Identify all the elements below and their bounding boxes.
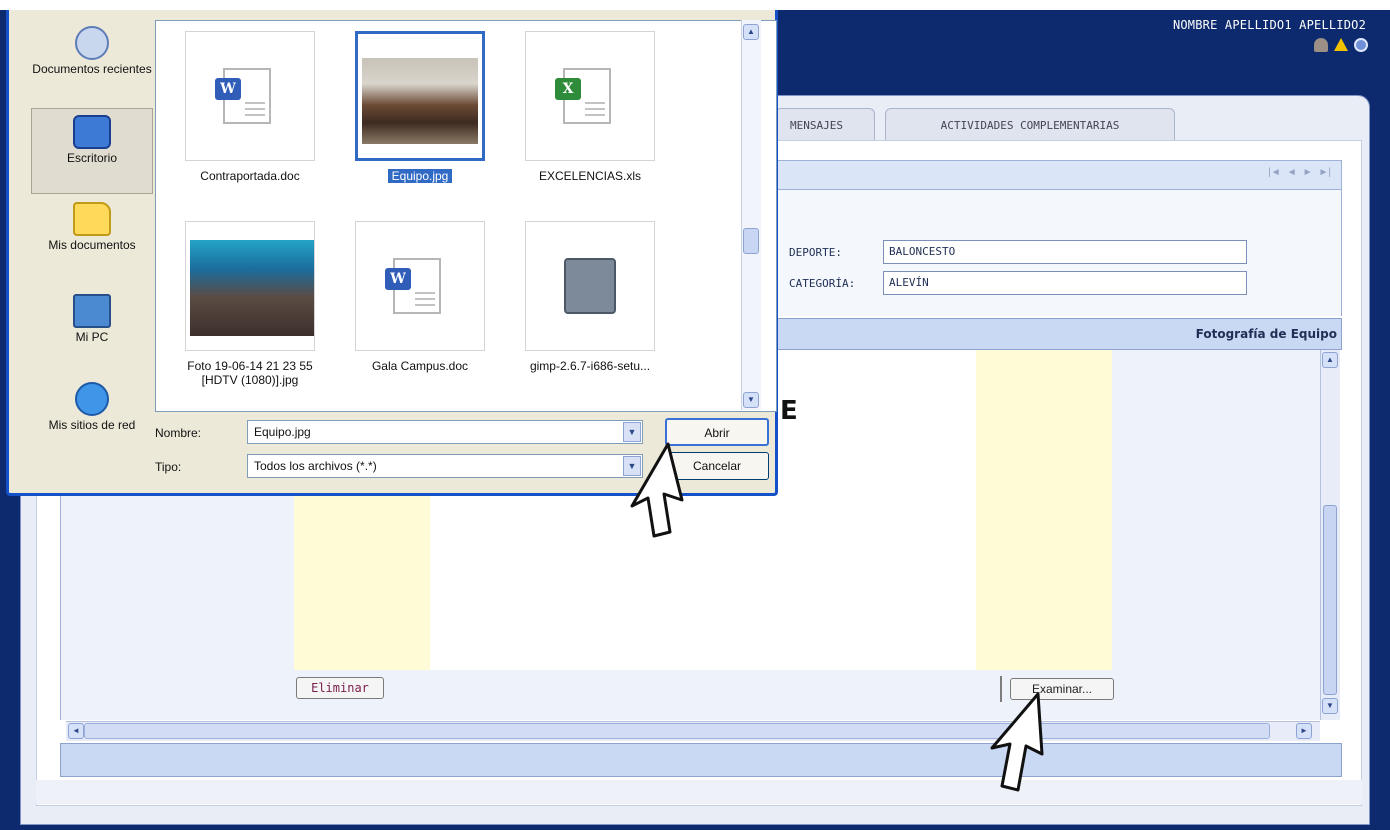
file-thumbnail: [185, 221, 315, 351]
place-label: Mis documentos: [48, 238, 136, 252]
status-bar: [60, 743, 1342, 777]
horizontal-scrollbar-thumb[interactable]: [84, 723, 1270, 739]
my-computer-icon: [73, 294, 111, 328]
categoria-label: CATEGORÍA:: [789, 277, 856, 290]
file-name-value: Equipo.jpg: [254, 425, 311, 439]
next-record-icon[interactable]: ►: [1303, 167, 1313, 178]
place-label: Mi PC: [75, 330, 109, 344]
place-mis-documentos[interactable]: Mis documentos: [31, 196, 153, 282]
file-name: Foto 19-06-14 21 23 55 [HDTV (1080)].jpg: [187, 359, 313, 387]
place-mi-pc[interactable]: Mi PC: [31, 288, 153, 374]
scroll-down-icon[interactable]: ▼: [743, 392, 759, 408]
word-document-icon: W: [215, 68, 271, 124]
place-label: Mis sitios de red: [48, 418, 136, 432]
screen: NOMBRE APELLIDO1 APELLIDO2 MENSAJES ACTI…: [0, 0, 1390, 830]
place-label: Documentos recientes: [32, 62, 152, 76]
desktop-icon: [73, 115, 111, 149]
file-thumbnail: [525, 221, 655, 351]
file-item-selected[interactable]: Equipo.jpg: [340, 31, 500, 183]
previous-record-icon[interactable]: ◄: [1287, 167, 1297, 178]
team-photo-thumbnail: [362, 58, 478, 144]
header-icons: [1314, 38, 1368, 52]
help-icon[interactable]: [1354, 38, 1368, 52]
photo-section-title: Fotografía de Equipo: [1195, 327, 1337, 341]
file-list-scrollbar-thumb[interactable]: [743, 228, 759, 254]
tab-mensajes[interactable]: MENSAJES: [775, 108, 875, 142]
scroll-up-icon[interactable]: ▲: [743, 24, 759, 40]
word-document-icon: W: [385, 258, 441, 314]
user-profile-icon[interactable]: [1314, 38, 1328, 52]
file-name: Equipo.jpg: [387, 169, 453, 183]
record-navigation: |◄ ◄ ► ►|: [1268, 167, 1331, 178]
tab-bar: MENSAJES ACTIVIDADES COMPLEMENTARIAS: [775, 108, 1175, 142]
file-name: EXCELENCIAS.xls: [538, 169, 642, 183]
file-thumbnail: W: [185, 31, 315, 161]
file-item[interactable]: gimp-2.6.7-i686-setu...: [510, 221, 670, 373]
place-mis-sitios-de-red[interactable]: Mis sitios de red: [31, 376, 153, 462]
file-name: gimp-2.6.7-i686-setu...: [529, 359, 651, 373]
file-item[interactable]: X EXCELENCIAS.xls: [510, 31, 670, 183]
place-documentos-recientes[interactable]: Documentos recientes: [31, 20, 153, 106]
vertical-scrollbar-thumb[interactable]: [1323, 505, 1337, 695]
partial-heading: E: [780, 396, 798, 426]
file-item[interactable]: W Gala Campus.doc: [340, 221, 500, 373]
photo-margin-right: [976, 350, 1112, 670]
file-name-input[interactable]: Equipo.jpg ▼: [247, 420, 643, 444]
file-thumbnail: W: [355, 221, 485, 351]
file-type-select[interactable]: Todos los archivos (*.*) ▼: [247, 454, 643, 478]
file-list: W Contraportada.doc Equipo.jpg X EXCELEN…: [155, 20, 777, 412]
nombre-label: Nombre:: [155, 426, 202, 440]
gala-photo-thumbnail: [190, 240, 314, 336]
file-name: Contraportada.doc: [200, 169, 300, 183]
scroll-right-icon[interactable]: ►: [1296, 723, 1312, 739]
deporte-field[interactable]: BALONCESTO: [883, 240, 1247, 264]
categoria-field[interactable]: ALEVÍN: [883, 271, 1247, 295]
file-thumbnail: X: [525, 31, 655, 161]
file-item[interactable]: Foto 19-06-14 21 23 55 [HDTV (1080)].jpg: [170, 221, 330, 387]
place-escritorio[interactable]: Escritorio: [31, 108, 153, 194]
file-list-scrollbar[interactable]: [741, 20, 761, 410]
pointer-arrow-icon: [630, 442, 684, 538]
recent-documents-icon: [75, 26, 109, 60]
user-name: NOMBRE APELLIDO1 APELLIDO2: [1172, 18, 1366, 32]
excel-document-icon: X: [555, 68, 611, 124]
eliminar-button[interactable]: Eliminar: [296, 677, 384, 699]
installer-icon: [564, 258, 616, 314]
open-file-dialog: Documentos recientes Escritorio Mis docu…: [6, 10, 778, 496]
network-places-icon: [75, 382, 109, 416]
scroll-up-icon[interactable]: ▲: [1322, 352, 1338, 368]
file-type-value: Todos los archivos (*.*): [254, 459, 377, 473]
tab-actividades-complementarias[interactable]: ACTIVIDADES COMPLEMENTARIAS: [885, 108, 1175, 142]
file-thumbnail: [355, 31, 485, 161]
places-bar: Documentos recientes Escritorio Mis docu…: [31, 20, 153, 490]
scroll-left-icon[interactable]: ◄: [68, 723, 84, 739]
pointer-arrow-icon: [990, 692, 1044, 792]
chevron-down-icon[interactable]: ▼: [623, 422, 641, 442]
last-record-icon[interactable]: ►|: [1319, 167, 1332, 178]
warning-icon[interactable]: [1334, 38, 1348, 51]
place-label: Escritorio: [66, 151, 117, 165]
first-record-icon[interactable]: |◄: [1268, 167, 1281, 178]
footer-bar: [36, 780, 1362, 804]
file-name: Gala Campus.doc: [371, 359, 469, 373]
tipo-label: Tipo:: [155, 460, 182, 474]
scroll-down-icon[interactable]: ▼: [1322, 698, 1338, 714]
deporte-label: DEPORTE:: [789, 246, 842, 259]
file-item[interactable]: W Contraportada.doc: [170, 31, 330, 183]
my-documents-icon: [73, 202, 111, 236]
